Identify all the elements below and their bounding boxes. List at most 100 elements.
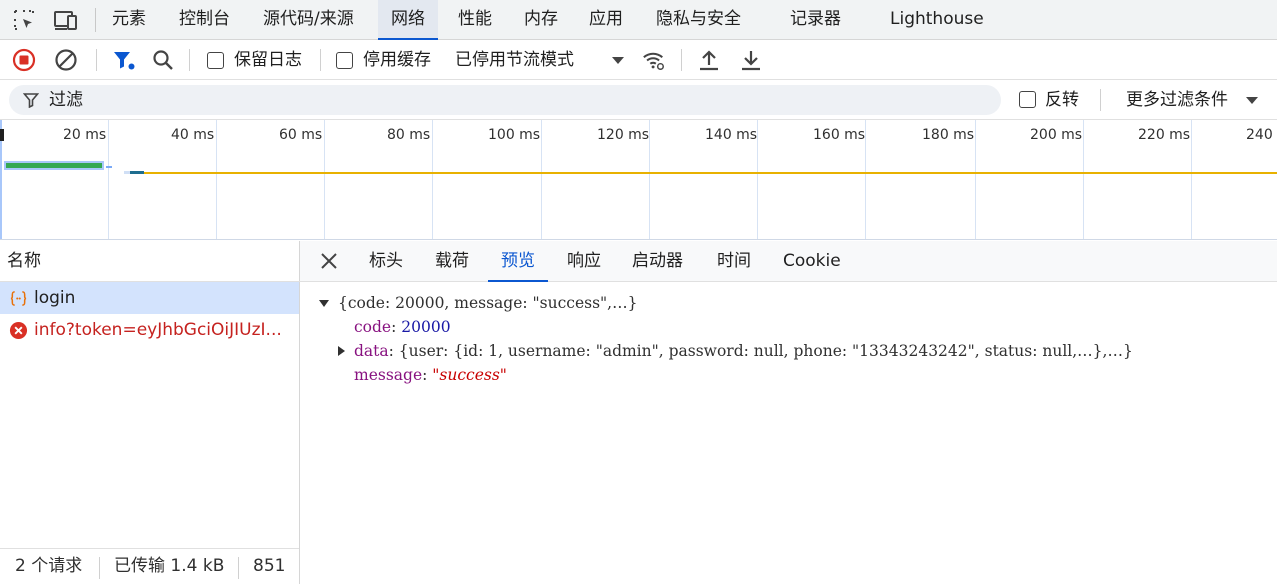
- timeline-tick: 240: [1246, 127, 1273, 143]
- expand-toggle-icon[interactable]: [338, 346, 345, 356]
- tab-response[interactable]: 响应: [567, 241, 601, 281]
- request-name: login: [34, 288, 76, 308]
- request-bar-info: [130, 171, 144, 174]
- tab-cookies[interactable]: Cookie: [783, 241, 841, 281]
- timeline-gridline: [975, 120, 976, 239]
- preview-message-row: message: "success": [354, 366, 507, 384]
- json-string: "success": [432, 366, 507, 384]
- json-icon: [10, 291, 27, 306]
- request-bar-login-tail: [106, 166, 112, 168]
- json-object-summary: {user: {id: 1, username: "admin", passwo…: [398, 342, 1133, 360]
- invert-checkbox[interactable]: [1019, 91, 1036, 108]
- toolbar-divider: [681, 49, 682, 71]
- timeline-tick: 120 ms: [597, 127, 650, 143]
- toolbar-divider: [95, 8, 96, 32]
- timeline-overview[interactable]: 20 ms 40 ms 60 ms 80 ms 100 ms 120 ms 14…: [0, 120, 1277, 240]
- funnel-icon: [23, 93, 39, 108]
- timeline-gridline: [865, 120, 866, 239]
- network-conditions-icon[interactable]: [642, 48, 666, 72]
- tab-initiator[interactable]: 启动器: [632, 241, 683, 281]
- error-icon: [9, 321, 28, 340]
- timeline-tick: 140 ms: [705, 127, 758, 143]
- tab-payload[interactable]: 载荷: [435, 241, 469, 281]
- throttling-select[interactable]: 已停用节流模式: [455, 40, 574, 80]
- load-event-line: [144, 172, 1277, 174]
- preview-code-row: code: 20000: [354, 318, 451, 336]
- tab-lighthouse[interactable]: Lighthouse: [890, 0, 984, 40]
- timeline-tick: 100 ms: [488, 127, 541, 143]
- json-key: message: [354, 366, 423, 384]
- timeline-tick: 60 ms: [279, 127, 323, 143]
- request-count: 2 个请求: [15, 556, 83, 576]
- filter-bar: 过滤 反转 更多过滤条件: [0, 80, 1277, 120]
- transferred-size: 已传输 1.4 kB: [114, 556, 225, 576]
- upload-icon[interactable]: [697, 48, 721, 72]
- request-name: info?token=eyJhbGciOiJIUzI...: [34, 320, 282, 340]
- tab-memory[interactable]: 内存: [524, 0, 558, 40]
- timeline-tick: 80 ms: [387, 127, 431, 143]
- device-toolbar-icon[interactable]: [53, 7, 79, 33]
- tab-privacy-security[interactable]: 隐私与安全: [656, 0, 741, 40]
- request-bar-login: [6, 163, 102, 168]
- request-row-info[interactable]: info?token=eyJhbGciOiJIUzI...: [0, 314, 299, 346]
- tab-console[interactable]: 控制台: [179, 0, 230, 40]
- timeline-gridline: [216, 120, 217, 239]
- timeline-tick: 160 ms: [813, 127, 866, 143]
- filter-input[interactable]: 过滤: [9, 85, 1001, 115]
- timeline-tick: 20 ms: [63, 127, 107, 143]
- preserve-log-label[interactable]: 保留日志: [234, 40, 302, 80]
- timeline-gridline: [541, 120, 542, 239]
- tab-performance[interactable]: 性能: [458, 0, 492, 40]
- toolbar-divider: [96, 49, 97, 71]
- timeline-tick: 180 ms: [922, 127, 975, 143]
- tab-elements[interactable]: 元素: [112, 0, 146, 40]
- tab-recorder[interactable]: 记录器: [790, 0, 841, 40]
- toolbar-divider: [189, 49, 190, 71]
- chevron-down-icon[interactable]: [1246, 97, 1258, 104]
- json-number: 20000: [401, 318, 451, 336]
- tab-preview[interactable]: 预览: [488, 241, 548, 282]
- record-stop-button[interactable]: [12, 48, 36, 72]
- network-toolbar: 保留日志 停用缓存 已停用节流模式: [0, 40, 1277, 80]
- request-row-login[interactable]: login: [0, 282, 299, 314]
- timeline-gridline: [649, 120, 650, 239]
- status-extra: 851: [253, 556, 286, 576]
- timeline-tick: 220 ms: [1138, 127, 1191, 143]
- tab-sources[interactable]: 源代码/来源: [263, 0, 354, 40]
- tab-headers[interactable]: 标头: [369, 241, 403, 281]
- timeline-gridline: [324, 120, 325, 239]
- inspect-element-icon[interactable]: [11, 7, 37, 33]
- expand-toggle-icon[interactable]: [319, 300, 329, 307]
- search-icon[interactable]: [151, 48, 175, 72]
- filter-icon[interactable]: [112, 48, 136, 72]
- close-icon[interactable]: [320, 252, 338, 270]
- download-icon[interactable]: [739, 48, 763, 72]
- preserve-log-checkbox[interactable]: [207, 52, 224, 69]
- name-column-header[interactable]: 名称: [0, 241, 300, 282]
- tab-network[interactable]: 网络: [378, 0, 438, 40]
- disable-cache-checkbox[interactable]: [336, 52, 353, 69]
- timeline-tick: 40 ms: [171, 127, 215, 143]
- tab-timing[interactable]: 时间: [717, 241, 751, 281]
- toolbar-divider: [238, 557, 239, 579]
- timeline-gridline: [432, 120, 433, 239]
- request-detail-panel: 标头 载荷 预览 响应 启动器 时间 Cookie {code: 20000, …: [300, 241, 1277, 584]
- disable-cache-label[interactable]: 停用缓存: [363, 40, 431, 80]
- timeline-gridline: [1191, 120, 1192, 239]
- clear-icon[interactable]: [54, 48, 78, 72]
- preview-summary[interactable]: {code: 20000, message: "success",…}: [338, 292, 637, 314]
- json-key: data: [354, 342, 389, 360]
- timeline-tick: 200 ms: [1030, 127, 1083, 143]
- timeline-gridline: [1083, 120, 1084, 239]
- network-status-bar: 2 个请求 已传输 1.4 kB 851: [0, 548, 299, 584]
- toolbar-divider: [320, 49, 321, 71]
- overview-handle-grip[interactable]: [0, 129, 4, 141]
- chevron-down-icon[interactable]: [612, 57, 624, 64]
- timeline-gridline: [108, 120, 109, 239]
- more-filters-button[interactable]: 更多过滤条件: [1126, 80, 1228, 120]
- detail-tabbar: 标头 载荷 预览 响应 启动器 时间 Cookie: [300, 241, 1277, 282]
- filter-placeholder: 过滤: [49, 90, 83, 110]
- preview-data-row[interactable]: data: {user: {id: 1, username: "admin", …: [354, 340, 1133, 362]
- invert-label[interactable]: 反转: [1045, 80, 1079, 120]
- tab-application[interactable]: 应用: [589, 0, 623, 40]
